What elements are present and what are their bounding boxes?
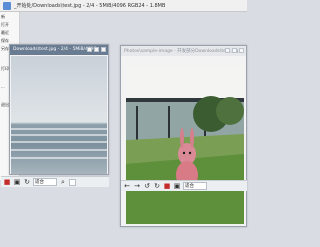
transform-icon[interactable]: ▣ bbox=[13, 178, 21, 186]
rabbit-ear bbox=[180, 128, 184, 148]
menu-item-open[interactable]: 打开 bbox=[1, 22, 9, 28]
search-icon[interactable]: ⌕ bbox=[59, 178, 67, 186]
left-bottom-toolbar: ■ ▣ ↻ 适合 ⌕ bbox=[1, 176, 109, 187]
minimize-icon[interactable] bbox=[87, 47, 92, 52]
rabbit-ear bbox=[190, 128, 194, 148]
wave-line bbox=[11, 157, 107, 160]
prev-icon[interactable]: ← bbox=[123, 182, 131, 190]
minimize-icon[interactable] bbox=[225, 48, 230, 53]
window-title: _开始处/Downloads\test.jpg - 2/4 - 5MiB/409… bbox=[14, 3, 166, 9]
wave-line bbox=[11, 127, 107, 130]
wave-line bbox=[11, 133, 107, 136]
right-image-window[interactable]: Photos\sample-image - 开发部分Downloads\test… bbox=[120, 45, 247, 227]
wave-line bbox=[11, 149, 107, 152]
crop-icon[interactable]: ▣ bbox=[173, 182, 181, 190]
left-window-title: Downloads\test.jpg - 2/4 - 5MiB/4096 bbox=[13, 47, 97, 52]
app-icon bbox=[3, 2, 11, 10]
close-icon[interactable] bbox=[101, 47, 106, 52]
fit-select[interactable]: 适合 bbox=[183, 182, 207, 190]
maximize-icon[interactable] bbox=[94, 47, 99, 52]
maximize-icon[interactable] bbox=[232, 48, 237, 53]
rabbit-eye bbox=[188, 151, 192, 155]
rotate-left-icon[interactable]: ↺ bbox=[143, 182, 151, 190]
menu-item-print[interactable]: 打印 bbox=[1, 66, 9, 72]
wave-line bbox=[11, 140, 107, 143]
left-window-controls bbox=[87, 47, 106, 52]
next-icon[interactable]: → bbox=[133, 182, 141, 190]
rabbit-eye bbox=[182, 151, 186, 155]
menu-item-more[interactable]: ... bbox=[1, 84, 5, 89]
menu-item-recent[interactable]: 最近 bbox=[1, 30, 9, 36]
tree bbox=[216, 97, 244, 125]
close-icon[interactable] bbox=[239, 48, 244, 53]
color-swatch[interactable] bbox=[69, 178, 76, 186]
crop-icon[interactable]: ■ bbox=[3, 178, 11, 186]
outdoor-image bbox=[126, 66, 244, 225]
left-image-window[interactable]: Downloads\test.jpg - 2/4 - 5MiB/4096 bbox=[9, 44, 109, 175]
right-window-controls bbox=[225, 48, 244, 53]
right-window-titlebar[interactable]: Photos\sample-image - 开发部分Downloads\test… bbox=[121, 46, 246, 56]
right-bottom-toolbar: ← → ↺ ↻ ■ ▣ 适合 bbox=[121, 180, 247, 191]
menu-item-save[interactable]: 保存 bbox=[1, 38, 9, 44]
left-window-titlebar[interactable]: Downloads\test.jpg - 2/4 - 5MiB/4096 bbox=[10, 45, 108, 55]
menu-item-new[interactable]: 新 bbox=[1, 14, 5, 20]
window-title-bar: _开始处/Downloads\test.jpg - 2/4 - 5MiB/409… bbox=[0, 0, 247, 12]
right-window-title: Photos\sample-image - 开发部分Downloads\test… bbox=[124, 49, 239, 54]
grid-icon[interactable]: ■ bbox=[163, 182, 171, 190]
fit-select[interactable]: 适合 bbox=[33, 178, 57, 186]
ocean-image bbox=[11, 56, 107, 174]
menu-item-exit[interactable]: 退出 bbox=[1, 102, 9, 108]
rotate-right-icon[interactable]: ↻ bbox=[153, 182, 161, 190]
outdoor-scene bbox=[126, 66, 244, 224]
pillar bbox=[136, 106, 138, 144]
rotate-icon[interactable]: ↻ bbox=[23, 178, 31, 186]
